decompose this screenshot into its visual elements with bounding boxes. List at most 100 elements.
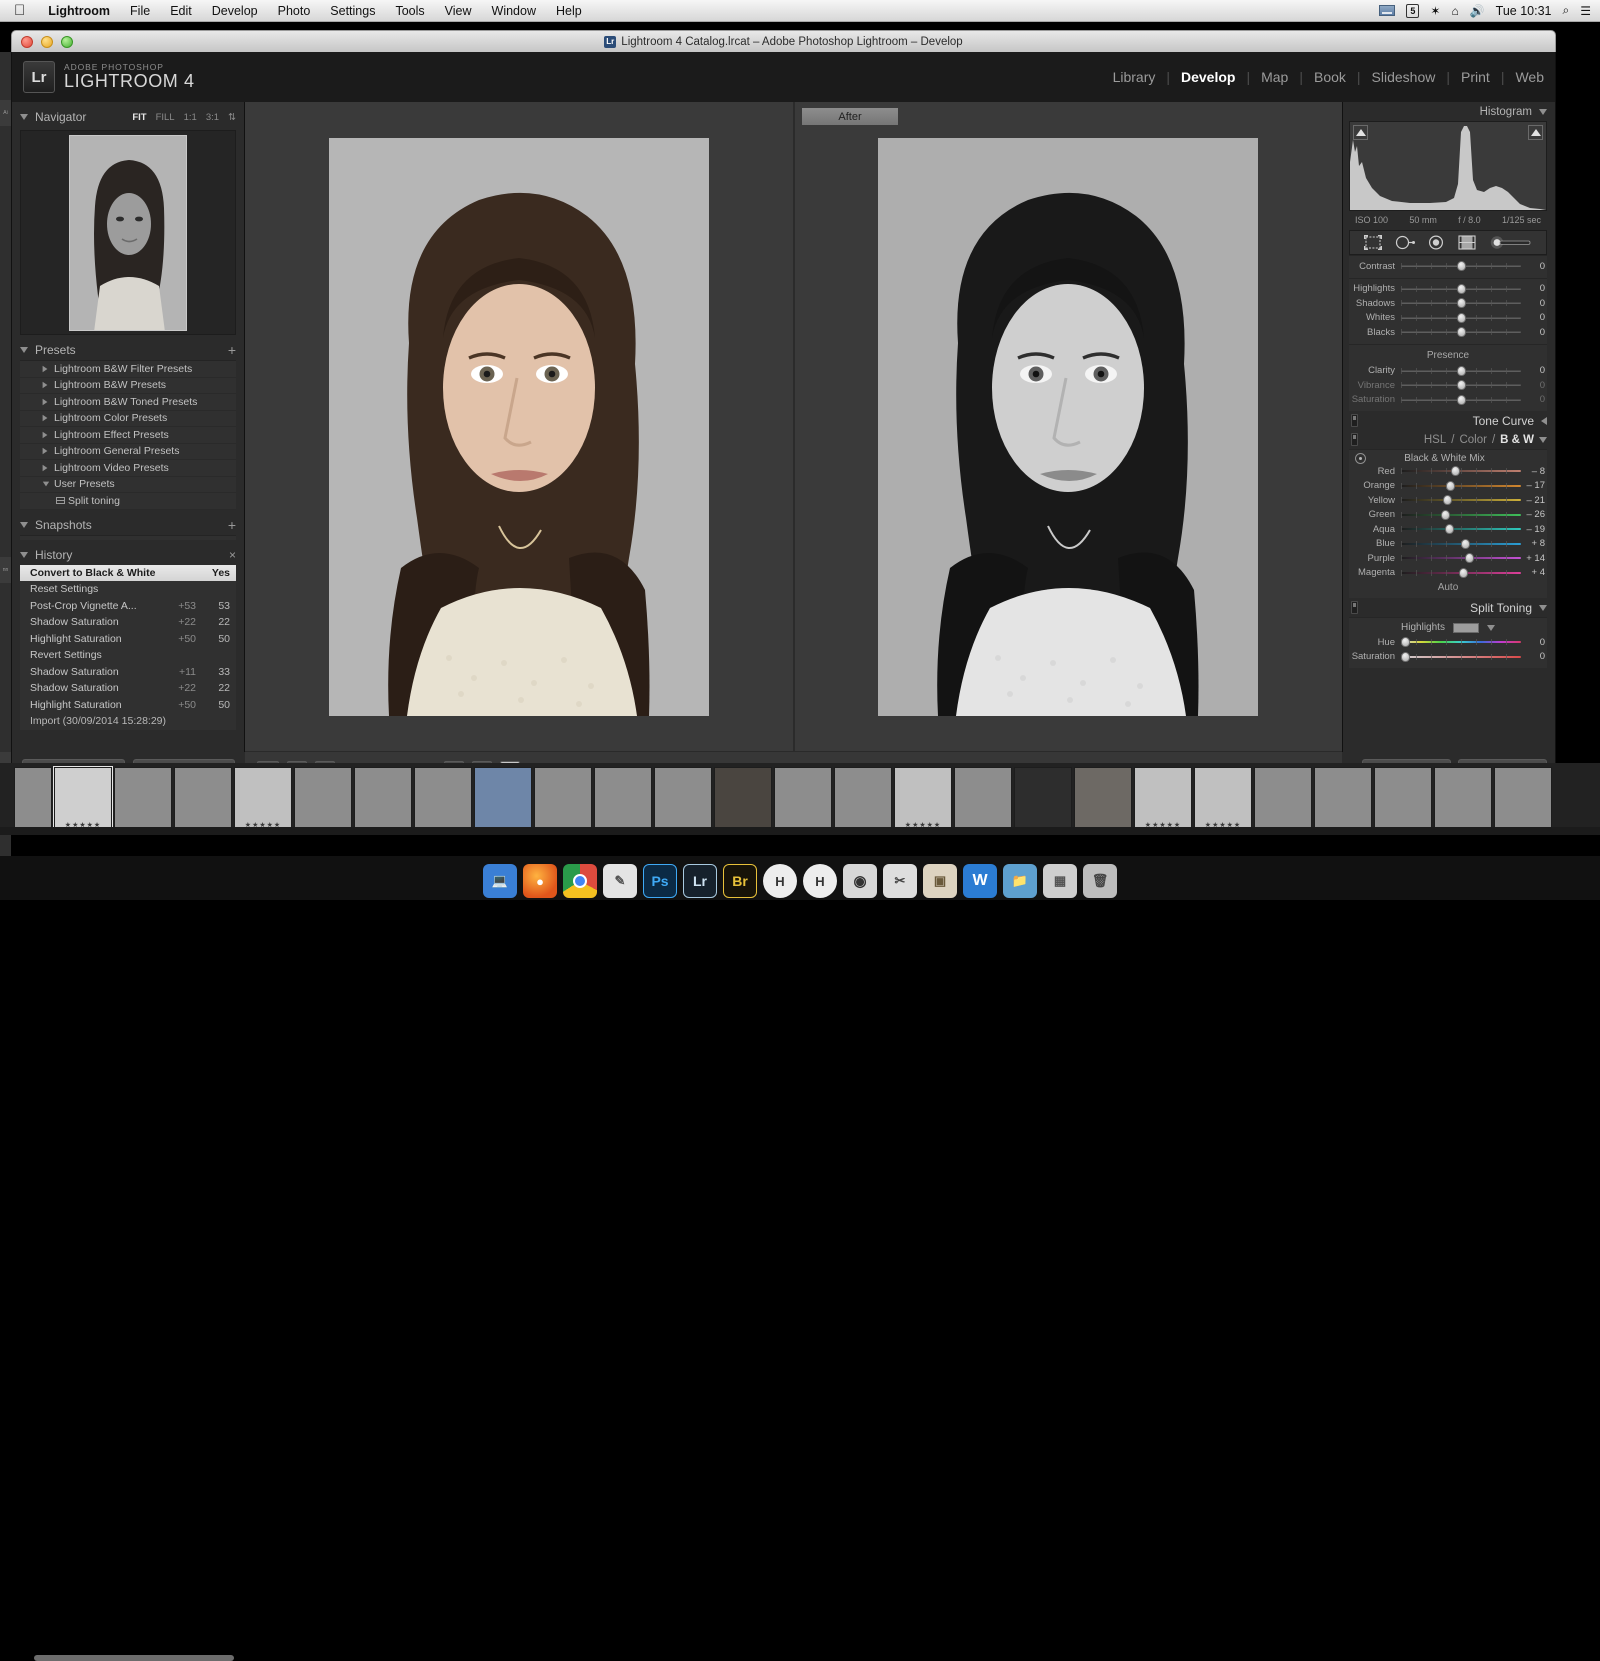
after-photo[interactable]	[878, 138, 1258, 716]
slider-highlights[interactable]: Highlights 0	[1349, 282, 1547, 297]
history-row[interactable]: Highlight Saturation +50 50	[20, 697, 236, 714]
slider-split-saturation[interactable]: Saturation 0	[1349, 650, 1547, 665]
slider-track[interactable]	[1401, 568, 1521, 578]
hsl-tab-hsl[interactable]: HSL	[1424, 434, 1446, 446]
chevron-right-icon[interactable]	[43, 432, 48, 438]
dock-image-capture[interactable]: ✂	[883, 864, 917, 898]
menu-window[interactable]: Window	[482, 0, 546, 22]
slider-bw-yellow[interactable]: Yellow – 21	[1349, 493, 1547, 508]
dock-iphoto[interactable]: ▣	[923, 864, 957, 898]
history-row[interactable]: Revert Settings	[20, 647, 236, 664]
history-row[interactable]: Highlight Saturation +50 50	[20, 631, 236, 648]
history-row[interactable]: Post-Crop Vignette A... +53 53	[20, 598, 236, 615]
filmstrip-thumb[interactable]	[474, 767, 532, 831]
filmstrip-thumb[interactable]	[294, 767, 352, 831]
slider-bw-magenta[interactable]: Magenta + 4	[1349, 566, 1547, 581]
menu-bar-clock[interactable]: Tue 10:31	[1496, 4, 1552, 18]
dock-handbrake-2[interactable]: H	[803, 864, 837, 898]
dock-trash[interactable]: 🗑	[1083, 864, 1117, 898]
filmstrip-thumb[interactable]: ★★★★★	[234, 767, 292, 831]
slider-track[interactable]	[1401, 261, 1521, 271]
slider-track[interactable]	[1401, 380, 1521, 390]
clear-history-button[interactable]: ×	[229, 548, 236, 562]
bluetooth-icon[interactable]: ✶	[1430, 4, 1440, 18]
slider-track[interactable]	[1401, 313, 1521, 323]
zoom-stepper-icon[interactable]: ⇅	[228, 112, 236, 123]
chevron-down-icon[interactable]	[1539, 437, 1547, 443]
chevron-right-icon[interactable]	[43, 382, 48, 388]
menu-develop[interactable]: Develop	[202, 0, 268, 22]
module-book[interactable]: Book	[1303, 69, 1357, 85]
search-icon[interactable]: ⌕	[1563, 3, 1570, 18]
crop-overlay-icon[interactable]	[1364, 235, 1382, 250]
slider-blacks[interactable]: Blacks 0	[1349, 325, 1547, 340]
shield-icon[interactable]: 5	[1406, 4, 1419, 18]
histogram-graph[interactable]	[1349, 121, 1547, 211]
chevron-right-icon[interactable]	[43, 366, 48, 372]
slider-track[interactable]	[1401, 553, 1521, 563]
filmstrip-thumb[interactable]	[174, 767, 232, 831]
slider-contrast[interactable]: Contrast 0	[1349, 259, 1547, 274]
slider-shadows[interactable]: Shadows 0	[1349, 296, 1547, 311]
slider-whites[interactable]: Whites 0	[1349, 311, 1547, 326]
filmstrip-thumb[interactable]	[954, 767, 1012, 831]
slider-track[interactable]	[1401, 510, 1521, 520]
filmstrip-thumb[interactable]	[1314, 767, 1372, 831]
dock-bridge[interactable]: Br	[723, 864, 757, 898]
preset-folder-user[interactable]: User Presets	[20, 477, 236, 494]
menu-lightroom[interactable]: Lightroom	[38, 0, 120, 22]
preset-folder[interactable]: Lightroom General Presets	[20, 444, 236, 461]
split-toning-highlights-swatch[interactable]	[1453, 623, 1479, 633]
chevron-left-icon[interactable]	[1541, 417, 1547, 425]
slider-bw-orange[interactable]: Orange – 17	[1349, 479, 1547, 494]
before-photo[interactable]	[329, 138, 709, 716]
menu-tools[interactable]: Tools	[385, 0, 434, 22]
bw-auto-button[interactable]: Auto	[1349, 580, 1547, 594]
tone-curve-switch[interactable]	[1351, 414, 1358, 427]
preset-folder[interactable]: Lightroom Color Presets	[20, 411, 236, 428]
hsl-tab-color[interactable]: Color	[1459, 434, 1486, 446]
zoom-fill[interactable]: FILL	[156, 112, 175, 123]
filmstrip-thumb[interactable]	[534, 767, 592, 831]
dropbox-icon[interactable]: ⌂	[1451, 4, 1458, 18]
module-slideshow[interactable]: Slideshow	[1361, 69, 1447, 85]
before-pane[interactable]	[245, 102, 795, 751]
filmstrip-scrollbar-track[interactable]	[0, 827, 1600, 835]
tone-curve-header[interactable]: Tone Curve	[1349, 411, 1547, 430]
split-toning-switch[interactable]	[1351, 601, 1358, 614]
slider-track[interactable]	[1401, 637, 1521, 647]
slider-track[interactable]	[1401, 327, 1521, 337]
histogram-header[interactable]: Histogram	[1349, 102, 1547, 121]
filmstrip-thumb-active[interactable]: ★★★★★	[54, 767, 112, 831]
filmstrip-thumb[interactable]	[414, 767, 472, 831]
dock-downloads-folder[interactable]: 📁	[1003, 864, 1037, 898]
apple-menu-icon[interactable]: 	[0, 3, 38, 18]
filmstrip-thumb[interactable]	[654, 767, 712, 831]
add-snapshot-button[interactable]: +	[228, 520, 236, 530]
zoom-1-1[interactable]: 1:1	[184, 112, 197, 123]
hsl-header[interactable]: HSL / Color / B & W	[1349, 430, 1547, 449]
history-row[interactable]: Shadow Saturation +11 33	[20, 664, 236, 681]
preset-folder[interactable]: Lightroom B&W Presets	[20, 378, 236, 395]
slider-bw-red[interactable]: Red – 8	[1349, 464, 1547, 479]
history-header[interactable]: History ×	[20, 545, 236, 565]
slider-vibrance[interactable]: Vibrance 0	[1349, 378, 1547, 393]
filmstrip-thumb[interactable]: ★★★★★	[894, 767, 952, 831]
slider-track[interactable]	[1401, 652, 1521, 662]
navigator-header[interactable]: Navigator FIT FILL 1:1 3:1 ⇅	[20, 107, 236, 127]
chevron-down-icon[interactable]	[1487, 625, 1495, 631]
dock-photoshop[interactable]: Ps	[643, 864, 677, 898]
chevron-right-icon[interactable]	[43, 399, 48, 405]
filmstrip-thumb[interactable]	[1374, 767, 1432, 831]
filmstrip-thumb[interactable]	[834, 767, 892, 831]
zoom-3-1[interactable]: 3:1	[206, 112, 219, 123]
history-row[interactable]: Shadow Saturation +22 22	[20, 680, 236, 697]
slider-clarity[interactable]: Clarity 0	[1349, 364, 1547, 379]
slider-track[interactable]	[1401, 298, 1521, 308]
filmstrip-thumb[interactable]	[774, 767, 832, 831]
target-adjustment-icon[interactable]	[1355, 453, 1366, 464]
red-eye-icon[interactable]	[1428, 235, 1444, 250]
menu-photo[interactable]: Photo	[268, 0, 321, 22]
history-row[interactable]: Shadow Saturation +22 22	[20, 614, 236, 631]
filmstrip-thumb[interactable]	[354, 767, 412, 831]
